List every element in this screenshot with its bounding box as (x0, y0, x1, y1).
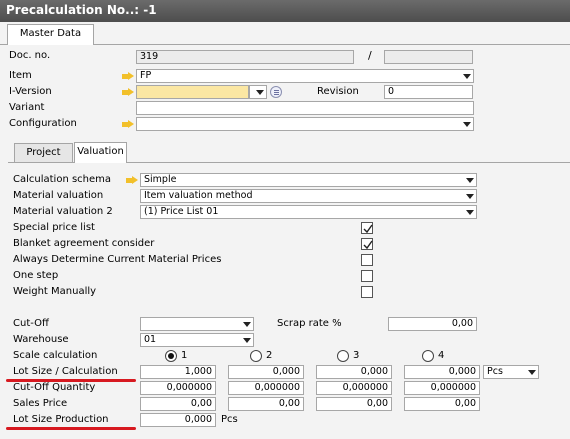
weight-manually-label: Weight Manually (13, 286, 97, 297)
iversion-dropdown[interactable] (249, 85, 267, 99)
revision-field[interactable]: 0 (384, 85, 473, 99)
cutoff-qty-field-3[interactable]: 0,000000 (316, 381, 392, 395)
chevron-down-icon (463, 74, 471, 79)
iversion-field[interactable] (136, 85, 249, 99)
tab-project[interactable]: Project (14, 143, 73, 163)
chevron-down-icon (528, 370, 536, 375)
iversion-label: I-Version (9, 86, 52, 97)
chevron-down-icon (256, 90, 264, 95)
lot-size-field-4[interactable]: 0,000 (404, 365, 480, 379)
tab-divider (0, 44, 7, 45)
chevron-down-icon (243, 338, 251, 343)
item-select[interactable]: FP (136, 69, 474, 83)
lot-size-field-3[interactable]: 0,000 (316, 365, 392, 379)
material-valuation-value: Item valuation method (144, 190, 253, 201)
always-determine-label: Always Determine Current Material Prices (13, 254, 222, 265)
one-step-checkbox[interactable] (361, 270, 373, 282)
tab-divider (127, 162, 570, 163)
red-underline-lot-prod (6, 427, 136, 430)
item-value: FP (140, 70, 152, 81)
unit-value: Pcs (487, 366, 503, 377)
chevron-down-icon (466, 194, 474, 199)
scale-radio-3[interactable] (337, 350, 349, 362)
list-icon[interactable] (270, 86, 282, 98)
link-arrow-icon[interactable] (122, 120, 134, 129)
warehouse-label: Warehouse (13, 334, 69, 345)
scale-radio-4[interactable] (422, 350, 434, 362)
doc-no-field[interactable]: 319 (136, 50, 354, 64)
variant-field[interactable] (136, 101, 474, 115)
tab-divider (94, 44, 570, 45)
blanket-agreement-label: Blanket agreement consider (13, 238, 155, 249)
scale-option-1: 1 (181, 350, 188, 361)
cutoff-select[interactable] (140, 317, 254, 331)
sales-price-label: Sales Price (13, 398, 68, 409)
lot-prod-label: Lot Size Production (13, 414, 109, 425)
scale-option-3: 3 (353, 350, 360, 361)
cutoff-qty-field-4[interactable]: 0,000000 (404, 381, 480, 395)
lot-prod-unit: Pcs (221, 414, 238, 425)
one-step-label: One step (13, 270, 59, 281)
link-arrow-icon[interactable] (122, 72, 134, 81)
scale-radio-1[interactable] (165, 350, 177, 362)
material-valuation-select[interactable]: Item valuation method (140, 189, 477, 203)
doc-no-label: Doc. no. (9, 50, 51, 61)
cutoff-qty-field-1[interactable]: 0,000000 (140, 381, 216, 395)
cutoff-qty-field-2[interactable]: 0,000000 (228, 381, 304, 395)
lot-size-label: Lot Size / Calculation (13, 366, 118, 377)
link-arrow-icon[interactable] (122, 88, 134, 97)
chevron-down-icon (463, 122, 471, 127)
cutoff-label: Cut-Off (13, 318, 49, 329)
material-valuation2-value: (1) Price List 01 (144, 206, 219, 217)
material-valuation2-label: Material valuation 2 (13, 206, 113, 217)
sales-price-field-4[interactable]: 0,00 (404, 397, 480, 411)
scrap-rate-field[interactable]: 0,00 (388, 317, 477, 331)
chevron-down-icon (466, 210, 474, 215)
special-price-list-label: Special price list (13, 222, 95, 233)
scale-calc-label: Scale calculation (13, 350, 98, 361)
link-arrow-icon[interactable] (126, 176, 138, 185)
scrap-rate-label: Scrap rate % (277, 318, 342, 329)
weight-manually-checkbox[interactable] (361, 286, 373, 298)
window-body: Master Data Doc. no. 319 / Item FP I-Ver… (0, 22, 570, 439)
scale-option-4: 4 (438, 350, 445, 361)
tab-master-data[interactable]: Master Data (7, 24, 94, 45)
doc-series-field[interactable] (384, 50, 473, 64)
calc-schema-value: Simple (144, 174, 177, 185)
scale-option-2: 2 (266, 350, 273, 361)
always-determine-checkbox[interactable] (361, 254, 373, 266)
blanket-agreement-checkbox[interactable] (361, 238, 373, 250)
cutoff-qty-label: Cut-Off Quantity (13, 382, 96, 393)
calc-schema-label: Calculation schema (13, 174, 112, 185)
doc-no-separator: / (368, 49, 372, 62)
unit-select[interactable]: Pcs (483, 365, 539, 379)
calc-schema-select[interactable]: Simple (140, 173, 477, 187)
lot-size-field-2[interactable]: 0,000 (228, 365, 304, 379)
configuration-label: Configuration (9, 118, 77, 129)
sales-price-field-3[interactable]: 0,00 (316, 397, 392, 411)
variant-label: Variant (9, 102, 45, 113)
warehouse-select[interactable]: 01 (140, 333, 254, 347)
scale-radio-2[interactable] (250, 350, 262, 362)
material-valuation-label: Material valuation (13, 190, 104, 201)
special-price-list-checkbox[interactable] (361, 222, 373, 234)
chevron-down-icon (466, 178, 474, 183)
sales-price-field-1[interactable]: 0,00 (140, 397, 216, 411)
configuration-select[interactable] (136, 117, 474, 131)
lot-prod-field[interactable]: 0,000 (140, 413, 216, 427)
tab-valuation[interactable]: Valuation (74, 142, 127, 163)
item-label: Item (9, 70, 32, 81)
material-valuation2-select[interactable]: (1) Price List 01 (140, 205, 477, 219)
warehouse-value: 01 (144, 334, 157, 345)
tab-divider (8, 162, 74, 163)
sales-price-field-2[interactable]: 0,00 (228, 397, 304, 411)
lot-size-field-1[interactable]: 1,000 (140, 365, 216, 379)
window-title: Precalculation No..: -1 (0, 0, 570, 22)
chevron-down-icon (243, 322, 251, 327)
revision-label: Revision (317, 86, 359, 97)
